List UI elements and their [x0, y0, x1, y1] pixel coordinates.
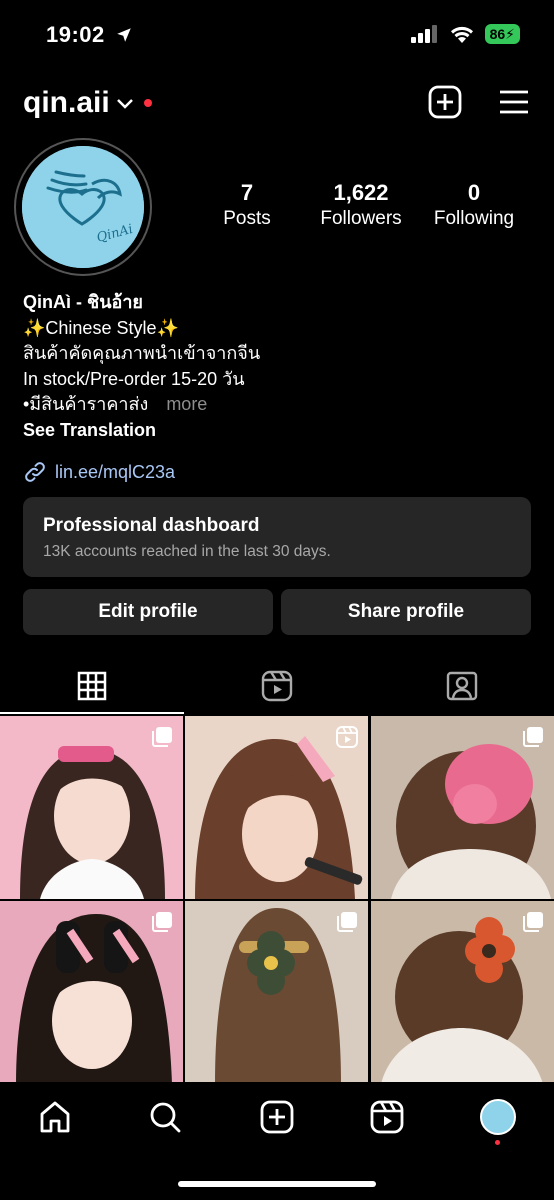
- display-name: QinAì - ชินอ้าย: [23, 292, 143, 312]
- menu-icon[interactable]: [496, 84, 532, 120]
- bio-link[interactable]: lin.ee/mqlC23a: [23, 460, 175, 484]
- following-count: 0: [467, 180, 481, 205]
- followers-count: 1,622: [333, 180, 389, 205]
- tagged-person-icon: [446, 671, 478, 701]
- active-tab-indicator: [0, 712, 184, 714]
- create-icon: [260, 1100, 294, 1134]
- grid-icon: [77, 671, 107, 701]
- following-stat[interactable]: 0 Following: [414, 180, 534, 230]
- multiple-images-icon: [337, 912, 357, 932]
- post-thumbnail[interactable]: [371, 716, 554, 899]
- tab-posts-grid[interactable]: [0, 660, 184, 712]
- link-icon: [25, 462, 45, 482]
- multiple-images-icon: [152, 727, 172, 747]
- location-arrow-icon: [117, 28, 132, 42]
- posts-label: Posts: [223, 208, 271, 229]
- post-thumbnail[interactable]: [0, 716, 183, 899]
- account-switcher[interactable]: qin.aii: [23, 86, 152, 120]
- time-text: 19:02: [46, 22, 105, 47]
- bio-last-line: •มีสินค้าราคาส่ง more: [23, 392, 260, 418]
- wifi-icon: [450, 26, 473, 43]
- status-time: 19:02: [46, 22, 133, 48]
- bio-line: •มีสินค้าราคาส่ง: [23, 394, 149, 414]
- create-post-icon[interactable]: [427, 84, 463, 120]
- edit-profile-button[interactable]: Edit profile: [23, 589, 273, 635]
- link-text: lin.ee/mqlC23a: [55, 461, 176, 482]
- tab-reels[interactable]: [185, 660, 369, 712]
- dashboard-subtitle: 13K accounts reached in the last 30 days…: [43, 543, 331, 560]
- post-thumbnail[interactable]: [0, 901, 183, 1084]
- bio-line: In stock/Pre-order 15-20 วัน: [23, 368, 245, 389]
- post-thumbnail[interactable]: [185, 901, 368, 1084]
- notification-dot: [143, 99, 152, 107]
- nav-home[interactable]: [35, 1097, 75, 1137]
- post-thumbnail[interactable]: [371, 901, 554, 1084]
- status-indicators: 86⚡: [410, 24, 520, 44]
- nav-create[interactable]: [257, 1097, 297, 1137]
- battery-indicator: 86⚡: [484, 24, 520, 44]
- followers-stat[interactable]: 1,622 Followers: [301, 180, 421, 230]
- nav-search[interactable]: [145, 1097, 185, 1137]
- bio-line: ✨Chinese Style✨: [23, 317, 179, 338]
- bio-line: สินค้าคัดคุณภาพนำเข้าจากจีน: [23, 343, 261, 363]
- share-profile-button[interactable]: Share profile: [281, 589, 531, 635]
- battery-level: 86: [489, 26, 506, 42]
- reels-icon: [261, 670, 293, 702]
- multiple-images-icon: [152, 912, 172, 932]
- bio: QinAì - ชินอ้าย ✨Chinese Style✨ สินค้าคั…: [23, 290, 260, 443]
- search-icon: [150, 1102, 181, 1133]
- home-icon: [40, 1101, 70, 1133]
- posts-stat[interactable]: 7 Posts: [187, 180, 307, 230]
- brand-logo: QinAi: [22, 146, 144, 268]
- posts-count: 7: [240, 180, 254, 205]
- followers-label: Followers: [320, 208, 402, 229]
- tab-tagged[interactable]: [370, 660, 554, 712]
- following-label: Following: [433, 208, 515, 229]
- profile-notification-dot: [495, 1140, 500, 1145]
- profile-avatar[interactable]: QinAi: [14, 138, 152, 276]
- home-indicator: [178, 1181, 376, 1187]
- multiple-images-icon: [523, 912, 543, 932]
- dashboard-title: Professional dashboard: [43, 515, 260, 536]
- more-link[interactable]: more: [166, 394, 207, 414]
- multiple-images-icon: [523, 727, 543, 747]
- post-thumbnail[interactable]: [185, 716, 368, 899]
- professional-dashboard-card[interactable]: Professional dashboard 13K accounts reac…: [23, 497, 531, 577]
- nav-profile[interactable]: [478, 1097, 518, 1137]
- reels-icon: [370, 1100, 404, 1134]
- reel-icon: [336, 726, 358, 748]
- chevron-down-icon: [116, 99, 133, 109]
- see-translation-link[interactable]: See Translation: [23, 418, 260, 444]
- username-text: qin.aii: [23, 86, 110, 119]
- wing-heart-logo-icon: QinAi: [22, 146, 144, 268]
- cellular-signal-icon: [410, 25, 437, 43]
- profile-avatar-small: [480, 1099, 516, 1135]
- nav-reels[interactable]: [367, 1097, 407, 1137]
